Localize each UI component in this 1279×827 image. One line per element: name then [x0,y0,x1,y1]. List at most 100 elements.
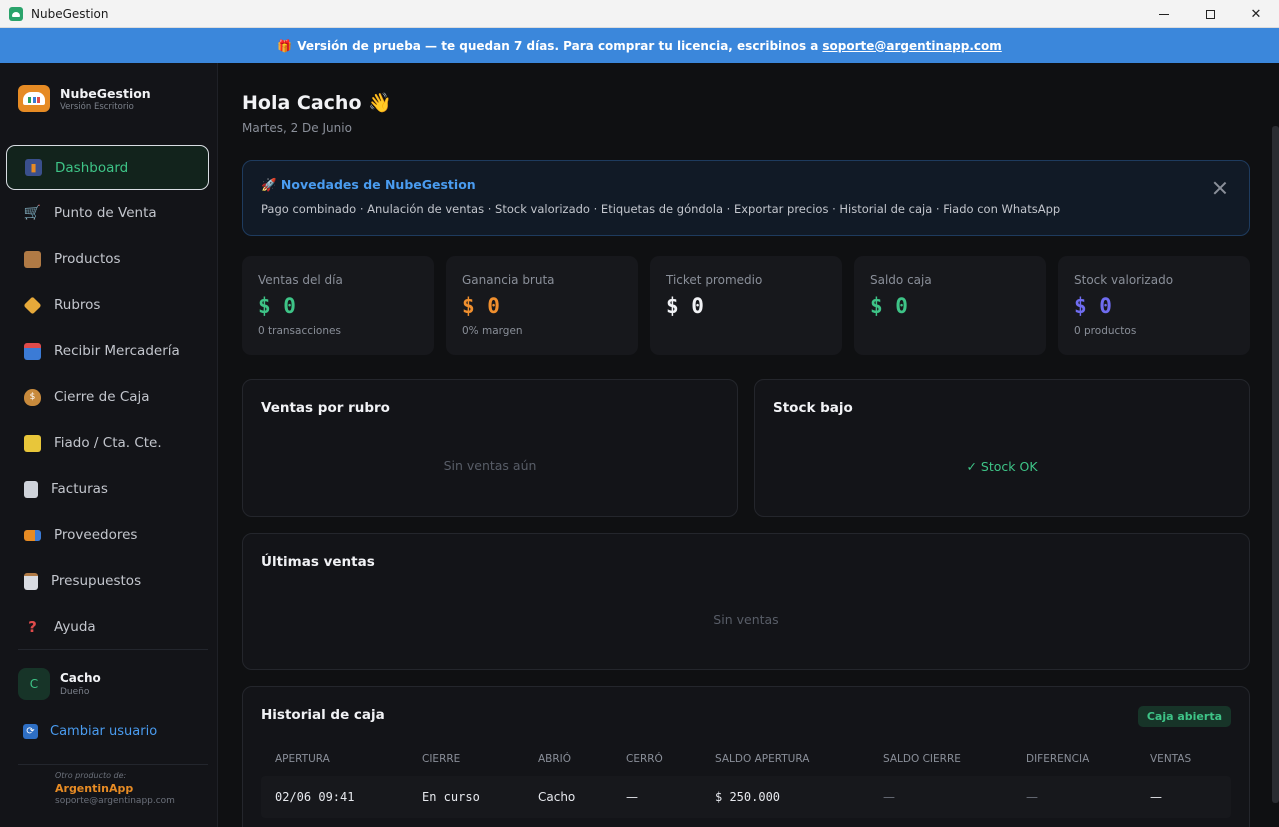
stat-label: Saldo caja [870,273,932,287]
cart-icon: 🛒 [23,205,42,221]
card-title: Stock bajo [773,400,853,416]
stat-label: Ganancia bruta [462,273,555,287]
stock-ok-message: ✓ Stock OK [966,459,1038,474]
cell-abrio: Cacho [538,790,576,804]
footer-email: soporte@argentinapp.com [55,796,175,806]
historial-caja-card: Historial de caja Caja abierta APERTURA … [242,686,1250,827]
main-scrollbar[interactable] [1272,126,1279,803]
sidebar-divider [18,649,208,650]
stat-label: Ticket promedio [666,273,763,287]
question-icon: ? [28,618,37,636]
stat-label: Ventas del día [258,273,343,287]
card-title: Ventas por rubro [261,400,390,416]
avatar: C [18,668,50,700]
ventas-por-rubro-card: Ventas por rubro Sin ventas aún [242,379,738,517]
sidebar-item-cierre-de-caja[interactable]: $ Cierre de Caja [6,374,209,420]
sidebar-item-label: Productos [54,251,121,267]
page-title: Hola Cacho 👋 [242,92,392,114]
stat-value: $ 0 [258,294,296,318]
close-icon: ✕ [1250,6,1262,22]
ultimas-ventas-card: Últimas ventas Sin ventas [242,533,1250,670]
user-name: Cacho [60,671,101,685]
news-body: Pago combinado · Anulación de ventas · S… [261,202,1061,216]
footer-tagline: Otro producto de: [55,771,127,780]
tag-icon [23,295,42,315]
sidebar-item-dashboard[interactable]: ▮ Dashboard [6,145,209,190]
sidebar-item-presupuestos[interactable]: Presupuestos [6,558,209,604]
trial-banner-text: Versión de prueba — te quedan 7 días. Pa… [297,38,819,53]
column-header[interactable]: DIFERENCIA [1026,753,1089,765]
sidebar-item-label: Facturas [51,481,108,497]
stat-card-stock: Stock valorizado $ 0 0 productos [1058,256,1250,355]
stat-card-saldo: Saldo caja $ 0 [854,256,1046,355]
sidebar-item-productos[interactable]: Productos [6,236,209,282]
minimize-button[interactable] [1141,0,1187,28]
stat-card-ganancia: Ganancia bruta $ 0 0% margen [446,256,638,355]
stat-label: Stock valorizado [1074,273,1174,287]
sidebar-item-label: Proveedores [54,527,138,543]
gift-icon: 🎁 [277,38,293,53]
support-email-link[interactable]: soporte@argentinapp.com [822,39,1001,53]
current-user: C Cacho Dueño [18,668,101,700]
maximize-button[interactable] [1187,0,1233,28]
cell-saldo-apertura: $ 250.000 [715,790,781,804]
current-date: Martes, 2 De Junio [242,121,352,135]
column-header[interactable]: VENTAS [1150,753,1191,765]
sidebar-item-label: Recibir Mercadería [54,343,180,359]
empty-state: Sin ventas [713,612,779,627]
trial-banner: 🎁 Versión de prueba — te quedan 7 días. … [0,28,1279,63]
window-titlebar: NubeGestion ✕ [0,0,1279,28]
cell-saldo-cierre: — [883,790,895,804]
footer-company: ArgentinApp [55,782,134,795]
sidebar-item-rubros[interactable]: Rubros [6,282,209,328]
refresh-icon: ⟳ [23,724,38,739]
sidebar-item-facturas[interactable]: Facturas [6,466,209,512]
window-controls: ✕ [1141,0,1279,28]
stat-sub: 0 transacciones [258,325,341,337]
cell-ventas: — [1150,790,1162,804]
sidebar-item-proveedores[interactable]: Proveedores [6,512,209,558]
switch-user-button[interactable]: ⟳ Cambiar usuario [23,724,157,739]
news-title: 🚀 Novedades de NubeGestion [261,177,476,192]
stat-sub: 0% margen [462,325,523,337]
sidebar-item-label: Ayuda [54,619,96,635]
bar-chart-icon: ▮ [25,159,42,176]
stat-value: $ 0 [462,294,500,318]
brand: NubeGestion Versión Escritorio [18,85,151,112]
main-content: Hola Cacho 👋 Martes, 2 De Junio 🚀 Noveda… [218,63,1279,827]
close-news-button[interactable] [1213,181,1227,195]
column-header[interactable]: APERTURA [275,753,330,765]
card-title: Últimas ventas [261,554,375,570]
brand-subtitle: Versión Escritorio [60,101,134,112]
close-window-button[interactable]: ✕ [1233,0,1279,28]
footer-brand: Otro producto de: ArgentinApp soporte@ar… [55,771,175,806]
sidebar-item-ayuda[interactable]: ? Ayuda [6,604,209,650]
sidebar-item-fiado[interactable]: Fiado / Cta. Cte. [6,420,209,466]
brand-name: NubeGestion [60,85,151,101]
inbox-icon [24,342,41,360]
column-header[interactable]: CERRÓ [626,753,663,765]
column-header[interactable]: CIERRE [422,753,460,765]
cell-diferencia: — [1026,790,1038,804]
stats-row: Ventas del día $ 0 0 transacciones Ganan… [242,256,1250,355]
nubegestion-logo-icon [18,85,50,112]
sidebar-item-punto-de-venta[interactable]: 🛒 Punto de Venta [6,190,209,236]
cell-cerro: — [626,790,638,804]
user-role: Dueño [60,687,90,697]
table-header: APERTURA CIERRE ABRIÓ CERRÓ SALDO APERTU… [261,745,1231,775]
money-bag-icon: $ [24,388,41,406]
stat-card-ventas: Ventas del día $ 0 0 transacciones [242,256,434,355]
card-title: Historial de caja [261,707,385,723]
column-header[interactable]: SALDO APERTURA [715,753,809,765]
stat-value: $ 0 [870,294,908,318]
sidebar-item-recibir-mercaderia[interactable]: Recibir Mercadería [6,328,209,374]
cell-cierre: En curso [422,790,480,804]
sidebar-item-label: Cierre de Caja [54,389,150,405]
column-header[interactable]: SALDO CIERRE [883,753,961,765]
table-row[interactable]: 02/06 09:41 En curso Cacho — $ 250.000 —… [261,776,1231,818]
maximize-icon [1205,9,1215,19]
clipboard-icon [24,572,38,590]
stat-sub: 0 productos [1074,325,1137,337]
column-header[interactable]: ABRIÓ [538,753,571,765]
switch-user-label: Cambiar usuario [50,724,158,739]
